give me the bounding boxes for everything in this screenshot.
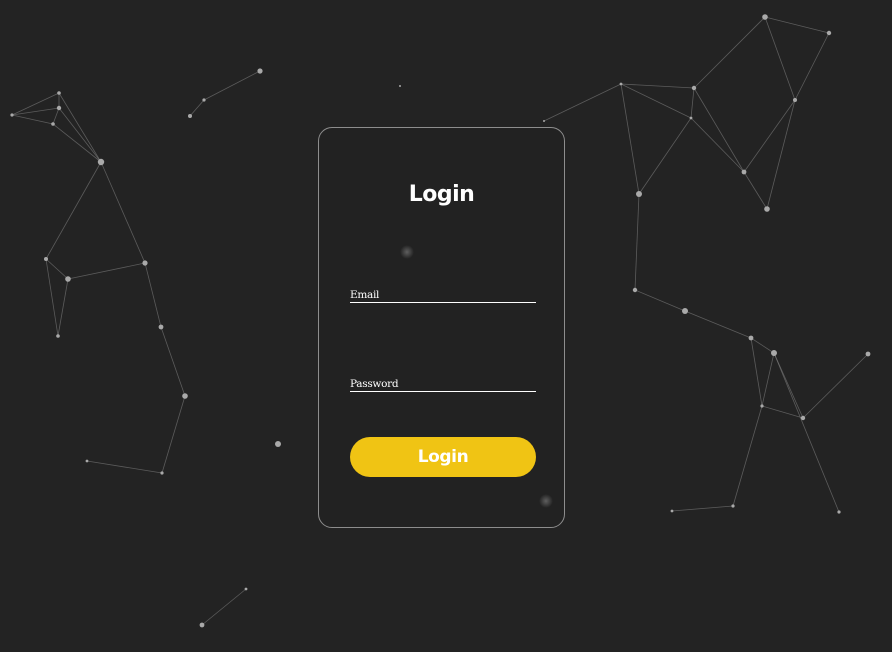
network-link	[620, 83, 692, 119]
network-link	[743, 171, 768, 210]
password-field[interactable]: Password	[350, 373, 536, 392]
network-node	[57, 91, 61, 95]
network-node	[689, 116, 693, 120]
network-link	[684, 310, 752, 339]
network-link	[620, 83, 640, 195]
network-link	[634, 289, 686, 312]
login-title: Login	[408, 182, 475, 207]
network-node	[56, 105, 62, 111]
network-link	[764, 16, 796, 101]
network-link	[743, 99, 796, 173]
network-link	[144, 262, 162, 328]
network-node	[142, 260, 148, 266]
network-node	[731, 504, 735, 508]
network-node	[56, 334, 60, 338]
network-node	[202, 98, 206, 102]
network-node	[619, 82, 623, 86]
network-link	[638, 117, 692, 195]
network-link	[766, 99, 796, 210]
network-node	[257, 68, 263, 74]
network-node	[670, 509, 674, 513]
network-link	[761, 352, 775, 407]
network-link	[693, 16, 766, 89]
network-node	[636, 191, 642, 197]
network-link	[693, 87, 745, 173]
network-link	[52, 123, 102, 163]
network-node	[632, 287, 638, 293]
network-link	[100, 161, 146, 264]
network-node	[10, 113, 14, 117]
network-link	[160, 326, 186, 397]
network-node	[85, 459, 89, 463]
network-link	[86, 460, 163, 474]
network-link	[794, 32, 830, 101]
network-link	[58, 107, 102, 163]
network-link	[750, 337, 763, 407]
network-node	[837, 510, 841, 514]
network-link	[634, 193, 640, 291]
network-node	[800, 415, 806, 421]
network-node	[748, 335, 754, 341]
network-link	[58, 92, 102, 163]
network-link	[671, 505, 734, 512]
network-link	[45, 258, 59, 337]
network-link	[45, 161, 102, 260]
login-card: Login Email Password Login	[318, 127, 565, 528]
network-link	[161, 395, 186, 474]
network-link	[67, 262, 146, 280]
network-node	[762, 14, 768, 20]
network-node	[865, 351, 871, 357]
network-node	[741, 169, 747, 175]
network-node	[771, 350, 777, 356]
network-node	[44, 257, 48, 261]
network-node	[764, 206, 770, 212]
network-node	[158, 324, 164, 330]
network-node	[182, 393, 188, 399]
network-node	[275, 441, 281, 447]
network-link	[773, 352, 840, 513]
email-field[interactable]: Email	[350, 284, 536, 303]
network-link	[732, 405, 763, 507]
network-link	[189, 99, 205, 117]
glow-dot	[539, 494, 553, 508]
network-link	[45, 258, 69, 280]
network-link	[543, 83, 622, 122]
network-link	[57, 278, 69, 337]
network-node	[543, 120, 545, 122]
network-node	[760, 404, 764, 408]
network-link	[620, 83, 695, 89]
page-background: Login Email Password Login	[0, 0, 892, 652]
network-link	[52, 107, 60, 125]
email-input[interactable]	[350, 284, 536, 302]
network-link	[203, 70, 261, 101]
network-link	[690, 117, 745, 173]
network-node	[399, 85, 401, 87]
network-link	[802, 353, 869, 419]
network-link	[750, 337, 775, 354]
network-node	[682, 308, 688, 314]
network-node	[188, 114, 192, 118]
network-node	[97, 158, 105, 166]
password-input[interactable]	[350, 373, 536, 391]
network-link	[764, 16, 830, 34]
network-node	[65, 276, 71, 282]
network-node	[826, 30, 832, 36]
network-node	[199, 622, 205, 628]
network-node	[160, 471, 164, 475]
glow-dot	[400, 245, 414, 259]
login-button[interactable]: Login	[350, 437, 536, 477]
network-node	[793, 98, 797, 102]
network-node	[244, 587, 248, 591]
network-link	[11, 114, 54, 125]
network-link	[201, 588, 247, 626]
network-link	[761, 405, 804, 419]
network-node	[691, 85, 697, 91]
network-node	[51, 122, 55, 126]
network-link	[690, 87, 695, 119]
